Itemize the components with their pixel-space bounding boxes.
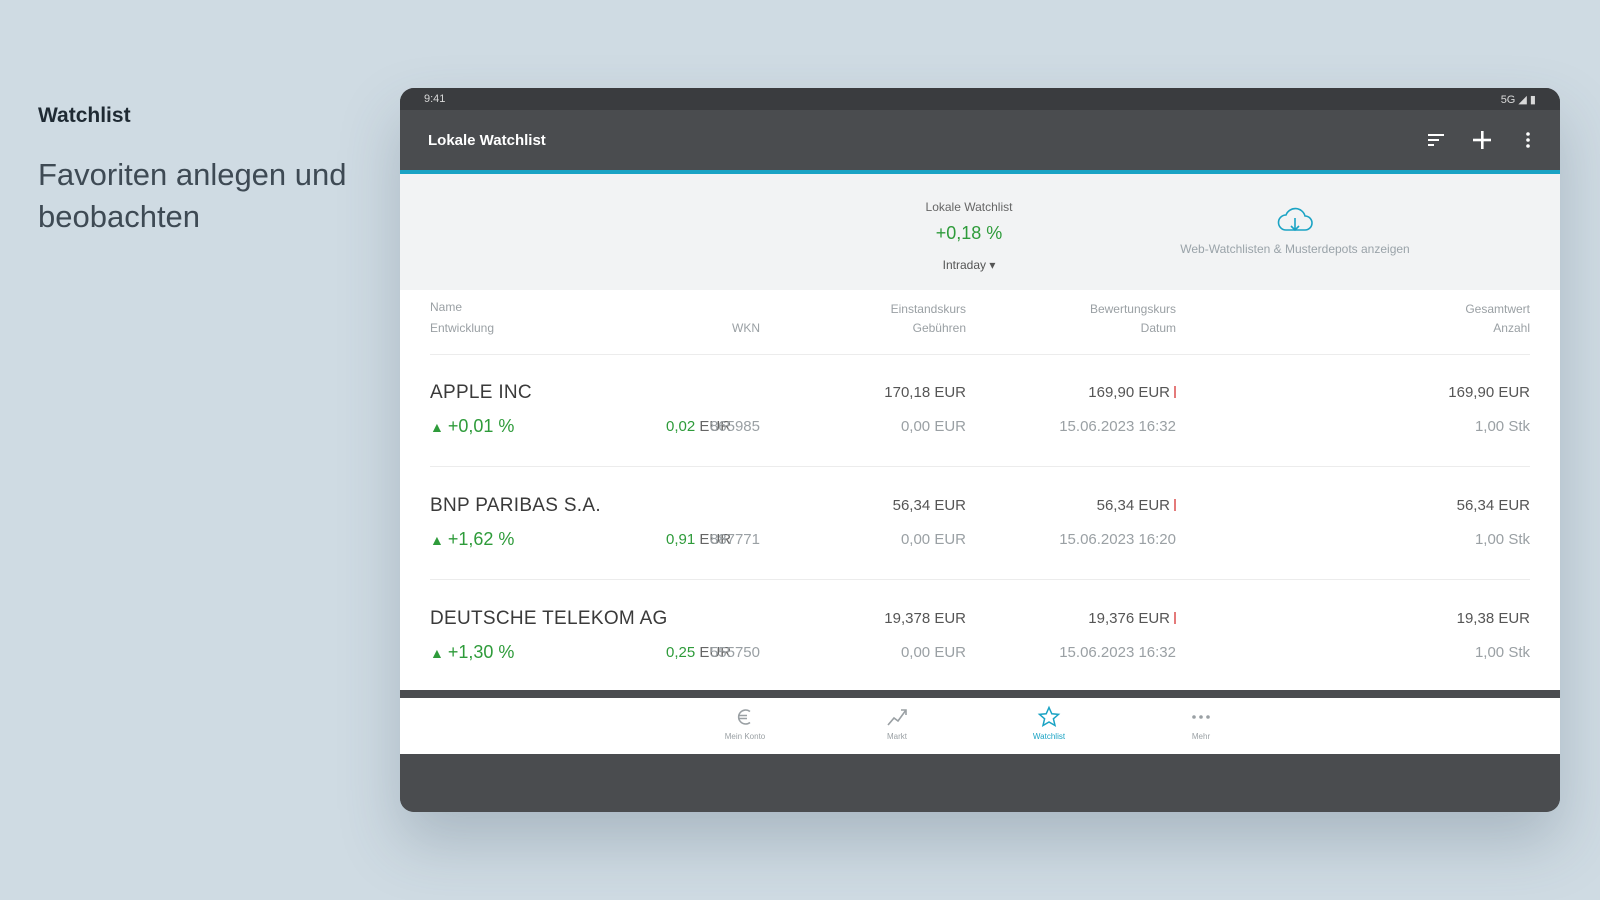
header-name: Name (430, 300, 463, 314)
row-gesamtwert: 169,90 EUR (1448, 384, 1530, 401)
header-bewertungskurs: Bewertungskurs (1089, 302, 1176, 316)
row-name: DEUTSCHE TELEKOM AG (430, 608, 668, 629)
row-datum: 15.06.2023 16:32 (1059, 644, 1176, 661)
row-datum: 15.06.2023 16:32 (1059, 418, 1176, 435)
up-arrow-icon: ▲ (430, 645, 444, 661)
add-icon[interactable] (1472, 130, 1492, 150)
table-row[interactable]: DEUTSCHE TELEKOM AG ▲ +1,30 % 0,25 EUR 55… (400, 580, 1560, 670)
status-time: 9:41 (424, 93, 446, 105)
row-gebuehren: 0,00 EUR (900, 531, 966, 548)
bottom-navigation: Mein Konto Markt Watchlist Mehr (400, 698, 1560, 754)
sort-icon[interactable] (1426, 130, 1446, 150)
system-navigation-bar (400, 754, 1560, 812)
nav-mein-konto[interactable]: Mein Konto (700, 704, 790, 741)
row-einstandskurs: 19,378 EUR (884, 610, 966, 627)
promo-subtitle: Favoriten anlegen und beobachten (38, 157, 347, 234)
row-einstandskurs: 170,18 EUR (884, 384, 966, 401)
summary-label: Lokale Watchlist (925, 200, 1013, 214)
row-name: BNP PARIBAS S.A. (430, 495, 601, 516)
table-row[interactable]: APPLE INC ▲ +0,01 % 0,02 EUR 865985 170,1… (400, 354, 1560, 444)
watchlist-summary: Lokale Watchlist +0,18 % Intraday ▾ Web-… (400, 174, 1560, 290)
up-arrow-icon: ▲ (430, 419, 444, 435)
promo-block: Watchlist Favoriten anlegen und beobacht… (38, 104, 398, 238)
period-dropdown[interactable]: Intraday ▾ (869, 258, 1069, 272)
star-icon (1004, 704, 1094, 730)
app-bar: Lokale Watchlist (400, 110, 1560, 170)
row-wkn: 555750 (709, 644, 760, 661)
summary-value: +0,18 % (935, 223, 1003, 243)
tablet-frame: 9:41 5G ◢ ▮ Lokale Watchlist Lokale Watc… (400, 88, 1560, 812)
row-change: ▲ +1,30 % (430, 642, 515, 662)
row-wkn: 865985 (709, 418, 760, 435)
row-change: ▲ +0,01 % (430, 416, 515, 436)
row-anzahl: 1,00 Stk (1474, 418, 1530, 435)
row-einstandskurs: 56,34 EUR (892, 497, 966, 514)
row-gebuehren: 0,00 EUR (900, 644, 966, 661)
row-bewertungskurs: 19,376 EUR (1088, 610, 1176, 627)
row-change: ▲ +1,62 % (430, 529, 515, 549)
web-watchlist-link[interactable]: Web-Watchlisten & Musterdepots anzeigen (1130, 204, 1460, 256)
table-row[interactable]: BNP PARIBAS S.A. ▲ +1,62 % 0,91 EUR 88777… (400, 467, 1560, 557)
header-wkn: WKN (732, 321, 760, 335)
status-bar: 9:41 5G ◢ ▮ (400, 88, 1560, 110)
cloud-icon (1130, 204, 1460, 236)
row-gebuehren: 0,00 EUR (900, 418, 966, 435)
header-gebuehren: Gebühren (912, 321, 966, 335)
nav-watchlist[interactable]: Watchlist (1004, 704, 1094, 741)
row-wkn: 887771 (709, 531, 760, 548)
header-einstandskurs: Einstandskurs (890, 302, 966, 316)
header-gesamtwert: Gesamtwert (1465, 302, 1530, 316)
trend-chart-icon (852, 704, 942, 730)
nav-mehr[interactable]: Mehr (1156, 704, 1246, 741)
header-anzahl: Anzahl (1493, 321, 1530, 335)
row-bewertungskurs: 56,34 EUR (1097, 497, 1176, 514)
row-anzahl: 1,00 Stk (1474, 531, 1530, 548)
more-vert-icon[interactable] (1518, 130, 1538, 150)
watchlist-table: Name Entwicklung WKN Einstandskurs Gebüh… (400, 290, 1560, 690)
more-horiz-icon (1156, 704, 1246, 730)
app-title: Lokale Watchlist (428, 131, 546, 149)
row-datum: 15.06.2023 16:20 (1059, 531, 1176, 548)
up-arrow-icon: ▲ (430, 532, 444, 548)
header-datum: Datum (1140, 321, 1176, 335)
nav-markt[interactable]: Markt (852, 704, 942, 741)
table-header: Name Entwicklung WKN Einstandskurs Gebüh… (400, 300, 1560, 350)
promo-title: Watchlist (38, 104, 131, 127)
row-name: APPLE INC (430, 382, 532, 403)
row-bewertungskurs: 169,90 EUR (1088, 384, 1176, 401)
row-gesamtwert: 56,34 EUR (1456, 497, 1530, 514)
row-gesamtwert: 19,38 EUR (1456, 610, 1530, 627)
row-anzahl: 1,00 Stk (1474, 644, 1530, 661)
header-entwicklung: Entwicklung (430, 321, 495, 335)
cloud-link-text: Web-Watchlisten & Musterdepots anzeigen (1180, 242, 1410, 256)
euro-icon (700, 704, 790, 730)
status-indicators: 5G ◢ ▮ (1500, 93, 1536, 106)
